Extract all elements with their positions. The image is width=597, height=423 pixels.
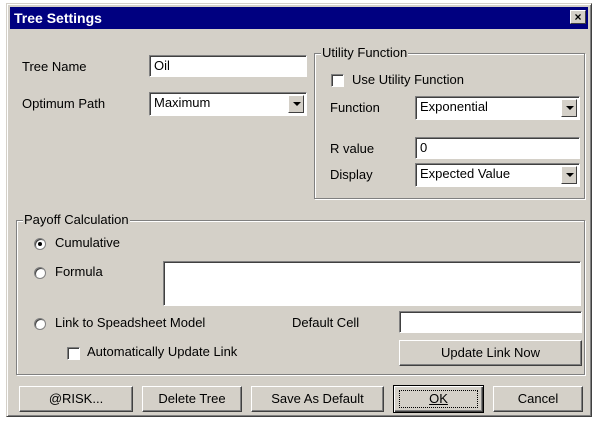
optimum-path-label: Optimum Path: [22, 96, 106, 111]
chevron-down-icon[interactable]: [561, 166, 577, 184]
payoff-calculation-group: Payoff Calculation Cumulative Formula Li…: [16, 212, 585, 375]
link-spreadsheet-radio[interactable]: [34, 318, 46, 330]
default-cell-label: Default Cell: [292, 315, 360, 330]
function-select[interactable]: Exponential: [415, 96, 580, 120]
utility-function-group-title: Utility Function: [321, 45, 409, 60]
r-value-input[interactable]: 0: [415, 137, 580, 159]
auto-update-link-checkbox[interactable]: [67, 347, 80, 360]
function-label: Function: [330, 100, 380, 115]
delete-tree-button[interactable]: Delete Tree: [142, 386, 242, 412]
update-link-now-button[interactable]: Update Link Now: [399, 340, 582, 366]
default-cell-input[interactable]: [399, 311, 582, 333]
optimum-path-select[interactable]: Maximum: [149, 92, 307, 116]
display-select[interactable]: Expected Value: [415, 163, 580, 187]
formula-radio[interactable]: [34, 267, 46, 279]
chevron-down-icon[interactable]: [561, 99, 577, 117]
cumulative-radio[interactable]: [34, 238, 46, 250]
focus-rect: [399, 390, 478, 408]
auto-update-link-label: Automatically Update Link: [87, 344, 238, 359]
use-utility-function-checkbox[interactable]: [331, 74, 344, 87]
function-value: Exponential: [420, 99, 488, 114]
cumulative-label: Cumulative: [55, 235, 121, 250]
close-button[interactable]: ×: [570, 10, 586, 24]
utility-function-group: Utility Function Use Utility Function Fu…: [314, 45, 585, 199]
formula-label: Formula: [55, 264, 103, 279]
payoff-calculation-group-title: Payoff Calculation: [23, 212, 130, 227]
risk-button[interactable]: @RISK...: [19, 386, 133, 412]
optimum-path-value: Maximum: [154, 95, 211, 110]
link-spreadsheet-label: Link to Speadsheet Model: [55, 315, 206, 330]
cancel-button[interactable]: Cancel: [493, 386, 583, 412]
formula-input[interactable]: [163, 261, 581, 306]
save-as-default-button[interactable]: Save As Default: [251, 386, 384, 412]
window-title: Tree Settings: [14, 10, 102, 26]
display-value: Expected Value: [420, 166, 511, 181]
display-label: Display: [330, 167, 373, 182]
use-utility-function-label: Use Utility Function: [352, 72, 464, 87]
r-value-label: R value: [330, 141, 375, 156]
tree-name-label: Tree Name: [22, 59, 87, 74]
tree-name-input[interactable]: Oil: [149, 55, 307, 77]
close-icon: ×: [574, 10, 582, 24]
title-bar: Tree Settings ×: [10, 7, 588, 29]
chevron-down-icon[interactable]: [288, 95, 304, 113]
tree-settings-dialog: Tree Settings × Tree Name Oil Optimum Pa…: [6, 3, 592, 417]
ok-button[interactable]: OK: [393, 385, 484, 413]
